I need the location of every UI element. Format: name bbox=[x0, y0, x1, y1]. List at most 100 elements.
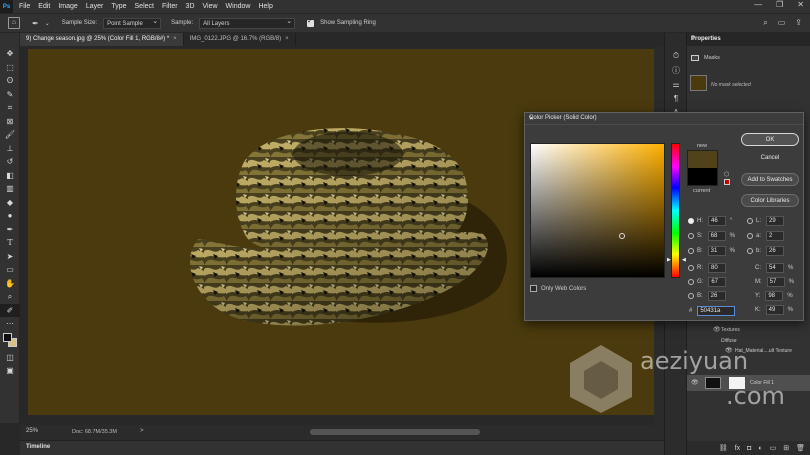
g-input[interactable]: 67 bbox=[708, 277, 727, 287]
restore-icon[interactable]: ❐ bbox=[776, 0, 783, 9]
menu-help[interactable]: Help bbox=[258, 3, 272, 10]
link-icon[interactable]: ⛓ bbox=[719, 444, 728, 452]
blue-input[interactable]: 26 bbox=[707, 291, 726, 301]
history-icon[interactable]: ⏱ bbox=[665, 49, 687, 63]
b-radio[interactable] bbox=[688, 248, 694, 254]
workspace-icon[interactable]: ▭ bbox=[778, 18, 786, 28]
lab-b-radio[interactable] bbox=[747, 248, 753, 254]
preset-chevron-icon[interactable]: ⌄ bbox=[45, 20, 50, 27]
s-input[interactable]: 68 bbox=[707, 231, 726, 241]
s-radio[interactable] bbox=[688, 233, 694, 239]
lasso-tool-icon[interactable]: ʘ bbox=[0, 74, 20, 88]
photoshop-logo-icon[interactable]: Ps bbox=[0, 0, 13, 13]
tab-change-season[interactable]: 9) Change season.jpg @ 25% (Color Fill 1… bbox=[20, 33, 184, 46]
menu-edit[interactable]: Edit bbox=[38, 3, 50, 10]
visibility-icon[interactable]: 👁 bbox=[691, 379, 699, 386]
fx-icon[interactable]: fx bbox=[735, 445, 740, 452]
color-fill-thumbnail[interactable] bbox=[705, 377, 721, 389]
hue-arrow-right-icon[interactable]: ◀ bbox=[682, 257, 686, 263]
c-input[interactable]: 54 bbox=[766, 263, 784, 273]
path-select-tool-icon[interactable]: ➤ bbox=[0, 250, 20, 264]
web-safe-swatch[interactable] bbox=[724, 179, 730, 185]
layer-diffuse[interactable]: Diffuse bbox=[721, 338, 737, 344]
h-input[interactable]: 46 bbox=[708, 216, 726, 226]
shape-tool-icon[interactable]: ▭ bbox=[0, 263, 20, 277]
eraser-tool-icon[interactable]: ◧ bbox=[0, 169, 20, 183]
menu-3d[interactable]: 3D bbox=[186, 3, 195, 10]
color-swatches[interactable] bbox=[0, 332, 20, 351]
quick-select-tool-icon[interactable]: ✎ bbox=[0, 88, 20, 102]
foreground-color-swatch[interactable] bbox=[3, 332, 12, 342]
paragraph-icon[interactable]: ¶ bbox=[665, 91, 687, 105]
pen-tool-icon[interactable]: ✒ bbox=[0, 223, 20, 237]
ok-button[interactable]: OK bbox=[741, 133, 799, 146]
close-tab-icon[interactable]: × bbox=[173, 36, 177, 42]
frame-tool-icon[interactable]: ⊠ bbox=[0, 115, 20, 129]
saturation-brightness-field[interactable] bbox=[530, 143, 665, 278]
history-brush-icon[interactable]: ↺ bbox=[0, 155, 20, 169]
marquee-tool-icon[interactable]: ⬚ bbox=[0, 61, 20, 75]
color-libraries-button[interactable]: Color Libraries bbox=[741, 194, 799, 207]
adjustment-icon[interactable]: ◐ bbox=[758, 445, 762, 452]
a-radio[interactable] bbox=[747, 233, 753, 239]
lab-b-input[interactable]: 26 bbox=[766, 246, 785, 256]
menu-file[interactable]: File bbox=[19, 3, 30, 10]
more-tools-icon[interactable]: ⋯ bbox=[0, 317, 20, 331]
only-web-colors-checkbox[interactable] bbox=[530, 285, 537, 292]
zoom-tool-icon[interactable]: ⌕ bbox=[0, 290, 20, 304]
menu-type[interactable]: Type bbox=[111, 3, 126, 10]
color-selection-ring[interactable] bbox=[619, 233, 625, 239]
hex-input[interactable]: 50431a bbox=[697, 306, 736, 316]
sample-size-select[interactable]: Point Sample bbox=[103, 17, 162, 29]
hue-arrow-left-icon[interactable]: ▶ bbox=[667, 257, 671, 263]
status-menu-arrow[interactable]: > bbox=[140, 428, 144, 434]
minimize-icon[interactable]: — bbox=[754, 0, 762, 9]
add-mask-icon[interactable]: ◘ bbox=[747, 445, 751, 452]
layer-textures[interactable]: Textures bbox=[721, 327, 740, 333]
visibility-icon[interactable]: 👁 bbox=[713, 326, 721, 333]
eyedropper-tool-icon[interactable]: ✐ bbox=[0, 303, 20, 317]
share-icon[interactable]: ⇪ bbox=[795, 18, 802, 28]
menu-layer[interactable]: Layer bbox=[86, 3, 104, 10]
dodge-tool-icon[interactable]: ● bbox=[0, 209, 20, 223]
hand-tool-icon[interactable]: ✋ bbox=[0, 277, 20, 291]
tab-img-0122[interactable]: IMG_0122.JPG @ 16.7% (RGB/8) × bbox=[184, 33, 296, 46]
sample-select[interactable]: All Layers bbox=[199, 17, 296, 29]
quick-mask-icon[interactable]: ◫ bbox=[0, 351, 20, 365]
new-layer-icon[interactable]: ⊞ bbox=[783, 444, 789, 452]
close-icon[interactable]: ✕ bbox=[797, 0, 804, 9]
zoom-level[interactable]: 25% bbox=[26, 428, 38, 434]
panel-menu-icon[interactable]: ≡ bbox=[691, 36, 807, 42]
search-icon[interactable]: ⌕ bbox=[763, 18, 767, 28]
gradient-tool-icon[interactable]: ▥ bbox=[0, 182, 20, 196]
screen-mode-icon[interactable]: ▣ bbox=[0, 364, 20, 378]
cancel-button[interactable]: Cancel bbox=[741, 151, 799, 164]
blur-tool-icon[interactable]: ◆ bbox=[0, 196, 20, 210]
menu-filter[interactable]: Filter bbox=[162, 3, 178, 10]
add-to-swatches-button[interactable]: Add to Swatches bbox=[741, 173, 799, 186]
close-icon[interactable]: ✕ bbox=[529, 115, 799, 122]
move-tool-icon[interactable]: ✥ bbox=[0, 47, 20, 61]
home-icon[interactable]: ⌂ bbox=[8, 17, 20, 29]
r-input[interactable]: 80 bbox=[708, 263, 726, 273]
k-input[interactable]: 49 bbox=[765, 305, 784, 315]
type-tool-icon[interactable]: T bbox=[0, 236, 20, 250]
l-input[interactable]: 29 bbox=[766, 216, 785, 226]
show-sampling-ring-checkbox[interactable] bbox=[307, 17, 315, 27]
g-radio[interactable] bbox=[688, 279, 694, 285]
trash-icon[interactable]: 🗑 bbox=[796, 444, 805, 452]
current-color-swatch[interactable] bbox=[687, 168, 718, 186]
m-input[interactable]: 57 bbox=[766, 277, 785, 287]
gamut-warning-icon[interactable]: ⬡ bbox=[724, 171, 729, 178]
menu-image[interactable]: Image bbox=[58, 3, 77, 10]
r-radio[interactable] bbox=[688, 265, 694, 271]
menu-window[interactable]: Window bbox=[226, 3, 251, 10]
brush-tool-icon[interactable]: 🖌 bbox=[0, 128, 20, 142]
color-picker-titlebar[interactable]: Color Picker (Solid Color) ✕ bbox=[525, 113, 803, 125]
menu-view[interactable]: View bbox=[203, 3, 218, 10]
folder-icon[interactable]: ▭ bbox=[770, 444, 777, 452]
h-radio[interactable] bbox=[688, 218, 694, 224]
timeline-label[interactable]: Timeline bbox=[26, 444, 50, 450]
adjust-icon[interactable]: ⚌ bbox=[665, 77, 687, 91]
blue-radio[interactable] bbox=[688, 293, 694, 299]
